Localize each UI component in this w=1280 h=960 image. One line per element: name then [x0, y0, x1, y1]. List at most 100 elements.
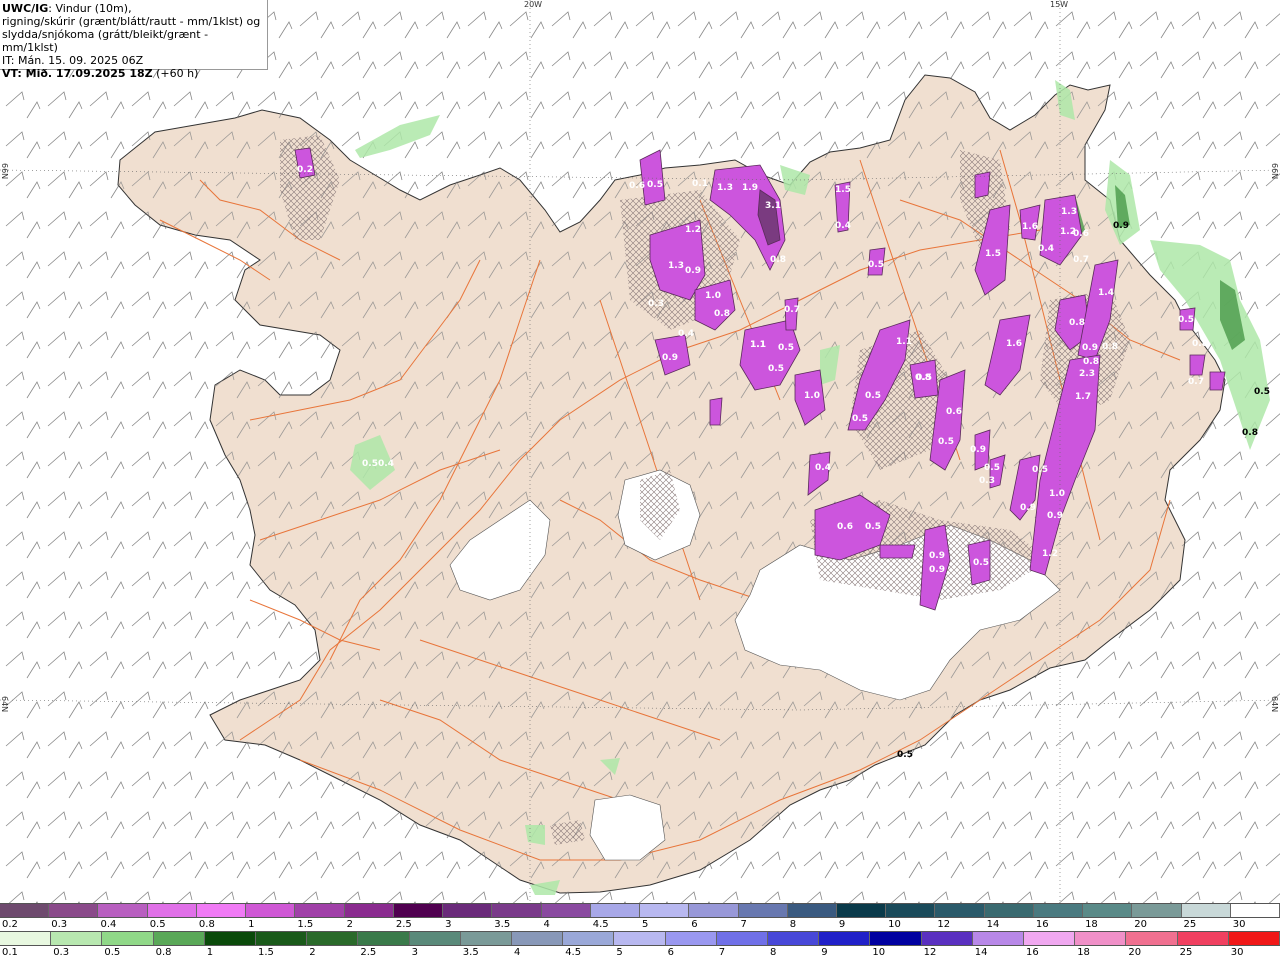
snow-legend-label: 20 [1134, 919, 1148, 930]
rain-legend-swatch [358, 932, 410, 945]
precip-value-label: 0.2 [297, 165, 313, 175]
precip-value-label: 0.7 [1073, 255, 1089, 265]
precip-value-label: 0.4 [835, 221, 851, 231]
precip-value-label: 0.9 [1047, 511, 1063, 521]
snow-legend-swatch [49, 904, 99, 917]
snow-legend-swatch [541, 904, 591, 917]
snow-legend-label: 8 [789, 919, 797, 930]
rain-legend-swatch [768, 932, 820, 945]
precip-value-label: 1.4 [1098, 288, 1114, 298]
precip-value-label: 0.4 [815, 463, 831, 473]
rain-legend-swatch [972, 932, 1025, 945]
rain-legend-swatch [1075, 932, 1127, 945]
rain-legend-swatch [51, 932, 103, 945]
valid-time: VT: Mið. 17.09.2025 18Z [2, 67, 153, 80]
rain-legend-swatch [1024, 932, 1076, 945]
snow-legend-swatch [1230, 904, 1280, 917]
precip-value-label: 0.5 [865, 522, 881, 532]
snow-legend-swatch [787, 904, 837, 917]
snow-legend-label: 18 [1085, 919, 1098, 930]
rain-legend-label: 9 [821, 947, 828, 958]
rain-legend-label: 7 [718, 947, 726, 958]
snow-legend-label: 3 [445, 919, 452, 930]
rain-legend-label: 6 [667, 947, 674, 958]
precip-value-label: 0.5 [865, 391, 881, 401]
rain-legend-label: 3 [411, 947, 418, 958]
rain-legend-label: 0.5 [104, 947, 121, 958]
rain-legend-label: 0.1 [2, 947, 18, 958]
snow-legend-swatch [590, 904, 641, 917]
snow-legend-swatch [1033, 904, 1084, 917]
precip-value-label: 0.7 [1188, 377, 1204, 387]
rain-legend-label: 2 [309, 947, 316, 958]
precip-value-label: 0.8 [1069, 318, 1085, 328]
rain-legend-swatch [204, 932, 257, 945]
snow-legend-swatch [1181, 904, 1231, 917]
precip-value-label: 0.8 [1242, 428, 1258, 438]
rain-legend-label: 8 [770, 947, 777, 958]
snow-legend-swatch [935, 904, 985, 917]
snow-legend-label: 30 [1232, 919, 1246, 930]
rain-legend-label: 0.8 [155, 947, 172, 958]
rain-legend-label: 3.5 [462, 947, 479, 958]
snow-legend-label: 0.5 [149, 919, 166, 930]
rain-legend-swatch [102, 932, 154, 945]
precip-value-label: 0.9 [970, 445, 986, 455]
precip-value-label: 1.0 [705, 291, 721, 301]
snow-legend-swatch [147, 904, 197, 917]
precip-value-label: 0.5 [938, 437, 954, 447]
map-subtitle-line3: slydda/snjókoma (grátt/bleikt/grænt - mm… [2, 28, 209, 54]
rain-legend-swatch [0, 932, 52, 945]
precip-value-label: 0.9 [929, 565, 945, 575]
rain-legend-swatch [563, 932, 615, 945]
snow-legend-label: 9 [838, 919, 846, 930]
snow-legend-label: 2 [346, 919, 353, 930]
precip-value-label: 0.6 [1073, 229, 1089, 239]
precip-value-label: 0.3 [648, 299, 664, 309]
rain-legend-swatch [1228, 932, 1280, 945]
precip-value-label: 1.3 [668, 261, 684, 271]
snow-legend-label: 1.5 [297, 919, 314, 930]
map-subtitle-line2: rigning/skúrir (grænt/blátt/rautt - mm/1… [2, 15, 261, 28]
forecast-hour: (+60 h) [152, 67, 199, 80]
precip-value-label: 0.5 [778, 343, 794, 353]
precip-value-label: 1.7 [1075, 392, 1091, 402]
precip-value-label: 0.4 [1038, 244, 1054, 254]
snow-legend-label: 2.5 [395, 919, 412, 930]
snow-legend-swatch [1083, 904, 1133, 917]
snow-legend-swatch [246, 904, 296, 917]
snow-legend-label: 0.4 [100, 919, 117, 930]
precip-value-label: 0.8 [1083, 357, 1099, 367]
rain-legend-swatch [153, 932, 205, 945]
rain-legend-swatch [819, 932, 871, 945]
snow-legend-label: 16 [1035, 919, 1049, 930]
precip-value-label: 0.5 [852, 414, 868, 424]
precip-value-label: 0.8 [770, 255, 786, 265]
snow-legend-label: 10 [888, 919, 901, 930]
lat-label-64n-left: 64N [0, 696, 9, 713]
snow-legend-label: 12 [937, 919, 951, 930]
rain-legend: 0.1 0.3 0.5 0.8 1 1.5 2 2.5 3 3.5 4 4.5 5 6 7 8 9 10 12 14 1… [0, 931, 1280, 959]
snow-legend-swatch [295, 904, 345, 917]
precip-value-label: 1.2 [685, 225, 701, 235]
snow-legend-label: 0.3 [51, 919, 68, 930]
snow-legend-swatch [640, 904, 690, 917]
precip-value-label: 1.1 [750, 340, 766, 350]
snow-legend-label: 1 [248, 919, 255, 930]
precip-value-label: 1.9 [742, 183, 758, 193]
precip-value-label: 0.5 [868, 260, 884, 270]
precip-value-label: 0.5 [768, 364, 784, 374]
precip-value-label: 0.5 [362, 459, 378, 469]
rain-legend-label: 16 [1026, 947, 1039, 958]
rain-legend-swatches [0, 931, 1280, 946]
snow-legend-swatch [0, 904, 50, 917]
initial-time: IT: Mán. 15. 09. 2025 06Z [2, 54, 144, 67]
rain-legend-label: 1 [206, 947, 214, 958]
snow-legend-label: 0.8 [198, 919, 215, 930]
lon-label-15w: 15W [1050, 0, 1069, 9]
rain-legend-swatch [1126, 932, 1178, 945]
snow-legend-label: 7 [740, 919, 747, 930]
precip-value-label: 0.5 [916, 373, 932, 383]
rain-legend-swatch [409, 932, 461, 945]
snow-legend-swatch [886, 904, 936, 917]
